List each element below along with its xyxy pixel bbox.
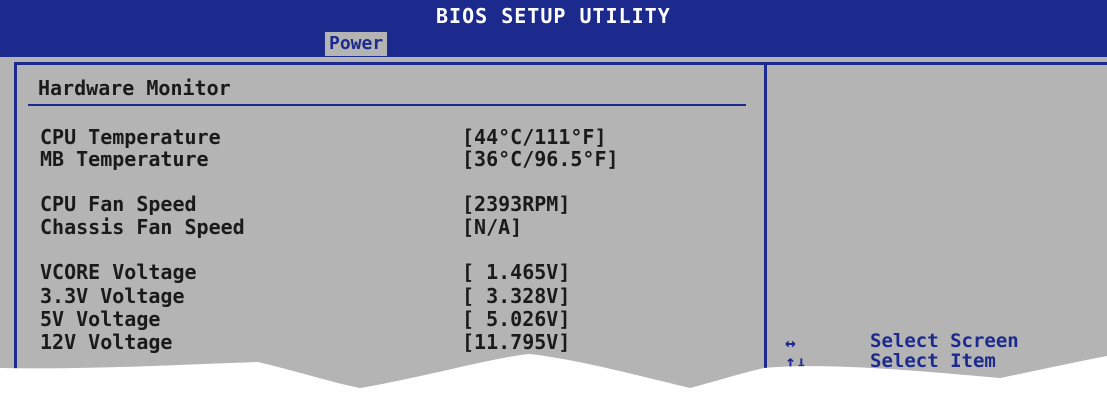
help-select-item: Select Item bbox=[870, 350, 996, 372]
help-select-screen: Select Screen bbox=[870, 330, 1019, 352]
vcore-voltage-value: [ 1.465V] bbox=[462, 260, 571, 284]
5v-voltage-label: 5V Voltage bbox=[40, 307, 161, 331]
panel-title: Hardware Monitor bbox=[38, 76, 231, 100]
chassis-fan-speed-value: [N/A] bbox=[462, 215, 523, 239]
tab-power[interactable]: Power bbox=[325, 32, 388, 56]
vcore-voltage-label: VCORE Voltage bbox=[40, 260, 197, 284]
cpu-fan-speed-label: CPU Fan Speed bbox=[40, 192, 197, 216]
5v-voltage-value: [ 5.026V] bbox=[462, 307, 571, 331]
12v-voltage-label: 12V Voltage bbox=[40, 330, 173, 354]
3v3-voltage-value: [ 3.328V] bbox=[462, 284, 571, 308]
cpu-temperature-label: CPU Temperature bbox=[40, 125, 221, 149]
3v3-voltage-label: 3.3V Voltage bbox=[40, 284, 185, 308]
cpu-fan-speed-value: [2393RPM] bbox=[462, 192, 571, 216]
left-right-arrows-icon: ↔ bbox=[785, 333, 796, 354]
mb-temperature-value: [36°C/96.5°F] bbox=[462, 147, 619, 171]
chassis-fan-speed-label: Chassis Fan Speed bbox=[40, 215, 245, 239]
mb-temperature-label: MB Temperature bbox=[40, 147, 209, 171]
panel-title-underline bbox=[28, 104, 746, 106]
cpu-temperature-value: [44°C/111°F] bbox=[462, 125, 607, 149]
frame-top-line bbox=[14, 62, 1107, 65]
frame-left-line bbox=[14, 62, 17, 382]
up-down-arrows-icon: ↑↓ bbox=[785, 352, 807, 373]
12v-voltage-value: [11.795V] bbox=[462, 330, 571, 354]
frame-divider bbox=[764, 62, 767, 402]
app-title: BIOS SETUP UTILITY bbox=[436, 4, 671, 28]
